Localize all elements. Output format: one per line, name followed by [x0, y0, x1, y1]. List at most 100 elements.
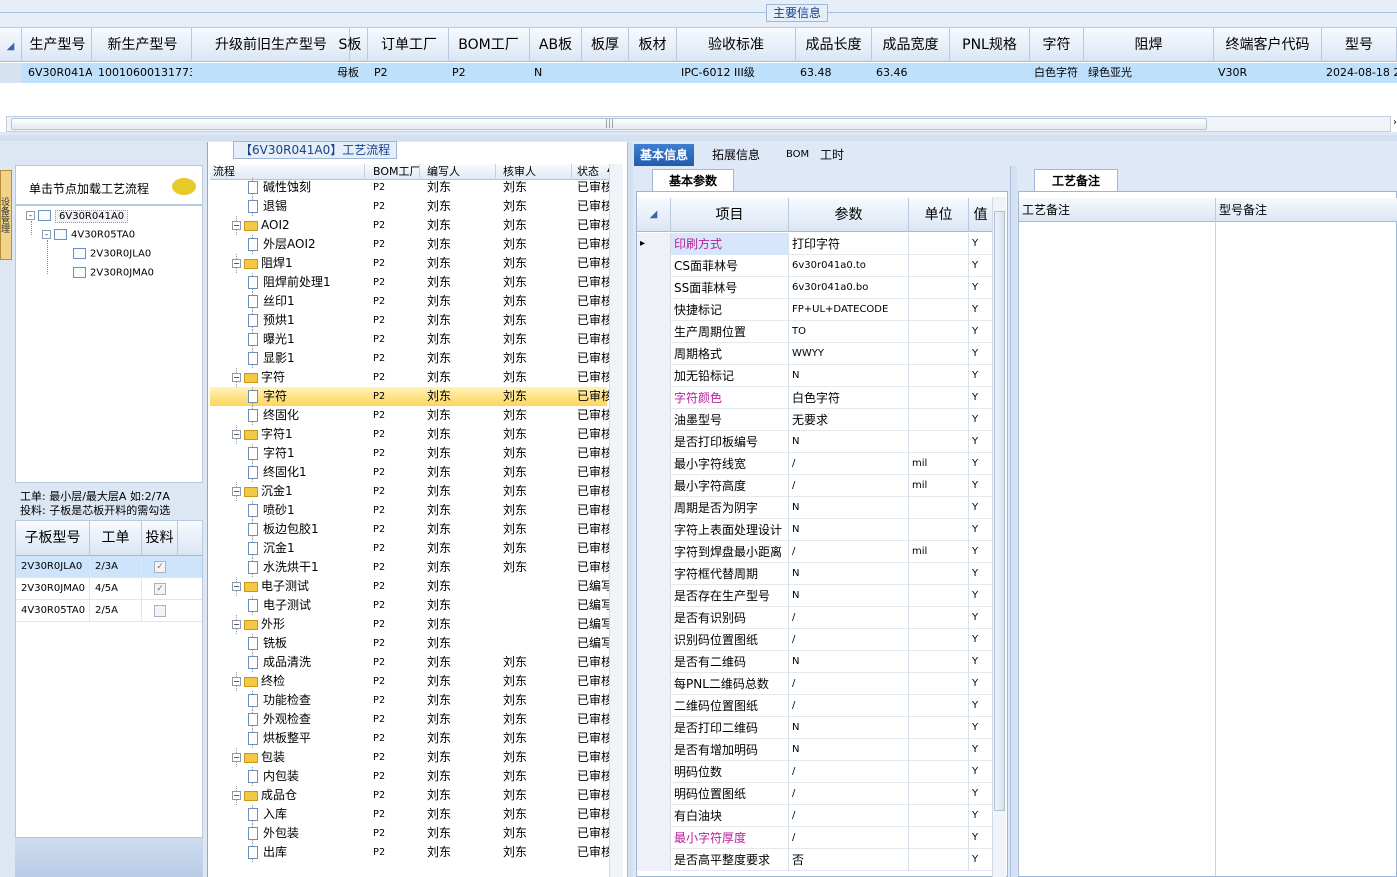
flow-name-cell[interactable]: − 字符1: [232, 425, 365, 444]
param-row[interactable]: 油墨型号 无要求 Y: [637, 409, 993, 431]
flow-row[interactable]: 功能检查 P2 刘东 刘东 已审核: [210, 691, 613, 710]
flow-row[interactable]: − 字符 P2 刘东 刘东 已审核: [210, 368, 613, 387]
right-tab[interactable]: 拓展信息: [706, 144, 766, 166]
sub-model-cell[interactable]: 4V30R05TA0: [16, 600, 90, 622]
row-indicator[interactable]: [637, 277, 671, 299]
flow-name[interactable]: 电子测试: [263, 598, 311, 612]
flow-name[interactable]: 电子测试: [261, 579, 309, 593]
flow-name[interactable]: 外观检查: [263, 712, 311, 726]
param-row[interactable]: 二维码位置图纸 / Y: [637, 695, 993, 717]
sub-row[interactable]: 4V30R05TA0 2/5A: [16, 600, 202, 622]
tab-process-remarks[interactable]: 工艺备注: [1034, 169, 1118, 191]
row-indicator[interactable]: [637, 651, 671, 673]
main-row-cell[interactable]: 6V30R041A0: [24, 63, 92, 83]
flow-name-cell[interactable]: − 电子测试: [232, 577, 365, 596]
flow-name-cell[interactable]: 外包装: [248, 824, 365, 843]
param-value-cell[interactable]: /: [789, 783, 909, 805]
flow-row[interactable]: 烘板整平 P2 刘东 刘东 已审核: [210, 729, 613, 748]
main-col-header[interactable]: 验收标准: [677, 28, 796, 62]
main-row-cell[interactable]: N: [530, 63, 582, 83]
flow-name[interactable]: 终检: [261, 674, 285, 688]
remark-col-header[interactable]: 型号备注: [1216, 198, 1397, 222]
side-tab[interactable]: 设备管理: [0, 170, 12, 260]
flow-name[interactable]: 阻焊1: [261, 256, 293, 270]
main-col-header[interactable]: 成品宽度: [872, 28, 950, 62]
row-indicator[interactable]: [637, 453, 671, 475]
param-value-cell[interactable]: 否: [789, 849, 909, 871]
param-row[interactable]: CS面菲林号 6v30r041a0.to Y: [637, 255, 993, 277]
flow-name-cell[interactable]: 碱性蚀刻: [248, 178, 365, 197]
main-row-cell[interactable]: P2: [370, 63, 449, 83]
main-col-header[interactable]: 终端客户代码: [1214, 28, 1322, 62]
row-indicator[interactable]: [0, 63, 22, 83]
param-value-cell[interactable]: /: [789, 827, 909, 849]
flow-row[interactable]: 入库 P2 刘东 刘东 已审核: [210, 805, 613, 824]
row-indicator[interactable]: [637, 761, 671, 783]
flow-name-cell[interactable]: 丝印1: [248, 292, 365, 311]
flow-row[interactable]: 板边包胶1 P2 刘东 刘东 已审核: [210, 520, 613, 539]
flow-name[interactable]: 字符1: [261, 427, 293, 441]
main-row-cell[interactable]: 63.48: [796, 63, 872, 83]
row-indicator[interactable]: [637, 563, 671, 585]
param-value-cell[interactable]: N: [789, 519, 909, 541]
param-row[interactable]: 是否打印二维码 N Y: [637, 717, 993, 739]
flow-name-cell[interactable]: − 包装: [232, 748, 365, 767]
flow-name-cell[interactable]: 外层AOI2: [248, 235, 365, 254]
flow-name-cell[interactable]: 烘板整平: [248, 729, 365, 748]
params-vscrollbar[interactable]: [992, 197, 1006, 877]
flow-name-cell[interactable]: 外观检查: [248, 710, 365, 729]
flow-name[interactable]: 入库: [263, 807, 287, 821]
row-indicator[interactable]: [637, 673, 671, 695]
flow-row[interactable]: − 终检 P2 刘东 刘东 已审核: [210, 672, 613, 691]
row-indicator[interactable]: [637, 431, 671, 453]
main-col-header[interactable]: S板: [333, 28, 368, 62]
flow-name[interactable]: 字符: [261, 370, 285, 384]
main-col-header[interactable]: 板材: [629, 28, 677, 62]
param-value-cell[interactable]: FP+UL+DATECODE: [789, 299, 909, 321]
flow-name-cell[interactable]: − 阻焊1: [232, 254, 365, 273]
flow-name[interactable]: 显影1: [263, 351, 295, 365]
param-value-cell[interactable]: 打印字符: [789, 233, 909, 255]
flow-name[interactable]: 出库: [263, 845, 287, 859]
row-indicator[interactable]: [637, 805, 671, 827]
flow-row[interactable]: 铣板 P2 刘东 已编写: [210, 634, 613, 653]
collapse-icon[interactable]: −: [232, 753, 241, 762]
main-row-cell[interactable]: 63.46: [872, 63, 950, 83]
row-indicator[interactable]: [637, 849, 671, 871]
row-indicator[interactable]: [637, 299, 671, 321]
tree-node-label[interactable]: 6V30R041A0: [55, 209, 129, 223]
param-value-cell[interactable]: N: [789, 651, 909, 673]
param-value-cell[interactable]: N: [789, 739, 909, 761]
flow-name[interactable]: 水洗烘干1: [263, 560, 319, 574]
main-col-header[interactable]: 升级前旧生产型号: [193, 28, 350, 62]
param-value-cell[interactable]: /: [789, 475, 909, 497]
collapse-icon[interactable]: −: [232, 221, 241, 230]
flow-name-cell[interactable]: 预烘1: [248, 311, 365, 330]
tree-toggle-icon[interactable]: -: [26, 211, 35, 220]
flow-name[interactable]: 铣板: [263, 636, 287, 650]
sub-order-cell[interactable]: 4/5A: [90, 578, 142, 600]
flow-name[interactable]: 成品仓: [261, 788, 297, 802]
arrow-right-icon[interactable]: ›: [1393, 117, 1397, 128]
main-col-header[interactable]: 型号: [1322, 28, 1397, 62]
flow-name[interactable]: 沉金1: [261, 484, 293, 498]
main-col-header[interactable]: 生产型号: [24, 28, 92, 62]
flow-name-cell[interactable]: 喷砂1: [248, 501, 365, 520]
main-row-cell[interactable]: [629, 63, 677, 83]
param-value-cell[interactable]: N: [789, 365, 909, 387]
sub-row[interactable]: 2V30R0JLA0 2/3A ✓: [16, 556, 202, 578]
flow-row[interactable]: − 字符1 P2 刘东 刘东 已审核: [210, 425, 613, 444]
flow-row[interactable]: 曝光1 P2 刘东 刘东 已审核: [210, 330, 613, 349]
flow-name-cell[interactable]: 铣板: [248, 634, 365, 653]
main-col-header[interactable]: BOM工厂: [448, 28, 530, 62]
param-value-cell[interactable]: N: [789, 431, 909, 453]
tab-basic-params[interactable]: 基本参数: [652, 169, 734, 191]
param-value-cell[interactable]: /: [789, 607, 909, 629]
sub-model-cell[interactable]: 2V30R0JMA0: [16, 578, 90, 600]
row-indicator[interactable]: [637, 585, 671, 607]
param-row[interactable]: 是否有增加明码 N Y: [637, 739, 993, 761]
collapse-icon[interactable]: −: [232, 430, 241, 439]
flow-name-cell[interactable]: − AOI2: [232, 216, 365, 235]
param-value-cell[interactable]: 6v30r041a0.to: [789, 255, 909, 277]
row-indicator[interactable]: [637, 629, 671, 651]
